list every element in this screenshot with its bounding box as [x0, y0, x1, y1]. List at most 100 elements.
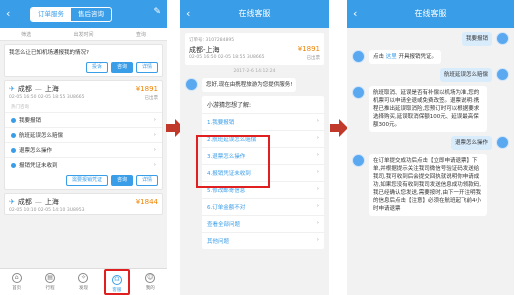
menu-item[interactable]: 其他问题 › [202, 232, 324, 249]
chevron-right-icon: › [153, 132, 156, 138]
back-icon[interactable]: ‹ [6, 7, 10, 21]
avatar [496, 136, 509, 149]
compass-icon: ✧ [78, 273, 89, 283]
question-text: 我怎么让已知机场通报我的情况? [9, 50, 89, 56]
departure-time-sort[interactable]: 出发时间 [73, 31, 93, 38]
chevron-right-icon: › [316, 220, 319, 226]
faq-item[interactable]: 我要报销 › [5, 112, 162, 127]
message-text: 航班取消、延误是否有补偿以机场为准,您的机票可以申请全退或免费改签。退票说明:携… [369, 86, 487, 132]
receipt-link[interactable]: 这里 [386, 54, 397, 60]
bullet-icon [11, 117, 16, 123]
tab-after-sales[interactable]: 售后咨询 [71, 8, 111, 21]
page-title: 在线客服 [414, 9, 447, 18]
consult-button[interactable]: 咨询 [110, 175, 133, 186]
nav-label: 客服 [112, 288, 122, 293]
question-card: 我怎么让已知机场通报我的情况? 投诉 咨询 详情 [4, 44, 163, 77]
faq-item[interactable]: 航班延误怎么赔偿 › [5, 127, 162, 142]
chevron-right-icon: › [316, 237, 319, 243]
depart-time: 02-05 10:10 [9, 208, 37, 213]
order-price: ¥1891 [135, 85, 158, 93]
user-message: 退票怎么操作 [352, 136, 509, 150]
status-badge: 已出票 [306, 56, 321, 61]
trip-icon: ▤ [45, 273, 56, 283]
faq-item[interactable]: 退票怎么操作 › [5, 142, 162, 157]
message-text: 航班延误怎么赔偿 [439, 68, 492, 82]
nav-label: 我的 [145, 286, 155, 291]
nav-discover[interactable]: ✧ 发现 [70, 269, 96, 295]
filter-button[interactable]: 筛选 [21, 31, 31, 38]
plane-icon: ✈ [9, 85, 15, 93]
faq-label: 我要报销 [19, 118, 42, 124]
depart-time: 02-05 16:50 [9, 95, 37, 100]
chevron-right-icon: › [316, 186, 319, 192]
home-icon: ⌂ [11, 273, 22, 283]
need-receipt-button[interactable]: 需要报销凭证 [65, 175, 108, 186]
flight-number: 3U8665 [66, 95, 85, 100]
agent-message: 航班取消、延误是否有补偿以机场为准,您的机票可以申请全退或免费改签。退票说明:携… [352, 86, 509, 132]
chevron-right-icon: › [316, 135, 319, 141]
arrive-time: 02-05 18:55 [37, 95, 66, 100]
page-title: 在线客服 [238, 9, 271, 18]
message-prefix: 点击 [373, 54, 385, 60]
route-arrow-icon: — [34, 198, 42, 206]
order-price: ¥1844 [135, 198, 158, 206]
faq-label: 报销凭证未收到 [19, 163, 58, 169]
avatar [352, 86, 365, 99]
tab-order-service[interactable]: 订单服务 [31, 8, 71, 21]
complain-button[interactable]: 投诉 [85, 62, 108, 73]
chevron-right-icon: › [153, 147, 156, 153]
header: ‹ 在线客服 [347, 0, 514, 28]
highlight-box [196, 135, 270, 188]
user-icon: ☺ [145, 273, 156, 283]
to-city: 上海 [44, 198, 59, 206]
faq-item[interactable]: 报销凭证未收到 › [5, 157, 162, 172]
arrive-time: 02-05 14:10 [37, 208, 66, 213]
menu-item[interactable]: 1.我要报销 › [202, 113, 324, 130]
plane-icon: ✈ [9, 198, 15, 206]
message-suffix: 开具报销凭证。 [398, 54, 438, 60]
tab-bar: 订单服务 售后咨询 [30, 7, 112, 22]
header: ‹ 订单服务 售后咨询 ✎ [0, 0, 167, 28]
message-text: 您好,现在由携程旅游为您提供服务! [202, 78, 297, 92]
nav-service[interactable]: ☊ 客服 [103, 269, 130, 295]
from-city: 成都 [17, 85, 32, 93]
headset-icon: ☊ [111, 275, 122, 285]
user-message: 我要报销 [352, 32, 509, 46]
from-city: 成都 [17, 198, 32, 206]
bottom-nav: ⌂ 首页 ▤ 行程 ✧ 发现 ☊ 客服 ☺ 我的 [0, 268, 167, 295]
filter-bar: 筛选 出发时间 查询 [0, 28, 167, 41]
message-text: 点击 这里 开具报销凭证。 [369, 50, 442, 64]
depart-time: 02-05 16:50 [189, 55, 217, 60]
menu-item-label: 1.我要报销 [207, 120, 235, 126]
message-text: 我要报销 [461, 32, 492, 46]
bullet-icon [11, 162, 16, 168]
to-city: 上海 [44, 85, 59, 93]
nav-home[interactable]: ⌂ 首页 [4, 269, 30, 295]
nav-trips[interactable]: ▤ 行程 [37, 269, 63, 295]
menu-item[interactable]: 查看全部问题 › [202, 215, 324, 232]
details-button[interactable]: 详情 [135, 175, 158, 186]
avatar [352, 154, 365, 167]
chevron-right-icon: › [316, 152, 319, 158]
user-message: 航班延误怎么赔偿 [352, 68, 509, 82]
order-number-label: 订单号: [189, 38, 205, 43]
chevron-right-icon: › [316, 118, 319, 124]
edit-icon[interactable]: ✎ [153, 7, 161, 17]
chevron-right-icon: › [316, 169, 319, 175]
faq-label: 航班延误怎么赔偿 [19, 133, 64, 139]
consult-button[interactable]: 咨询 [110, 62, 133, 73]
avatar [352, 50, 365, 63]
query-button[interactable]: 查询 [136, 31, 146, 38]
nav-label: 发现 [78, 286, 88, 291]
section-label: 热门咨询 [11, 105, 29, 110]
order-summary-card[interactable]: 订单号: 3107284895 成都-上海 ¥1891 02-05 16:50 0… [185, 33, 324, 65]
agent-message: 在订单提交成功后点击【立即申请退票】下单,并根据提示关注我司微信号验证码发送给我… [352, 154, 509, 216]
order-card[interactable]: ✈ 成都 — 上海 ¥1891 02-05 16:50 02-05 18:55 … [4, 80, 163, 190]
route-arrow-icon: — [34, 85, 42, 93]
order-card[interactable]: ✈ 成都 — 上海 ¥1844 02-05 10:10 02-05 14:10 … [4, 193, 163, 215]
details-button[interactable]: 详情 [135, 62, 158, 73]
menu-item[interactable]: 6.订单金额不对 › [202, 198, 324, 215]
nav-me[interactable]: ☺ 我的 [137, 269, 163, 295]
flight-number: 3U8665 [246, 55, 265, 60]
arrive-time: 02-05 18:55 [217, 55, 246, 60]
